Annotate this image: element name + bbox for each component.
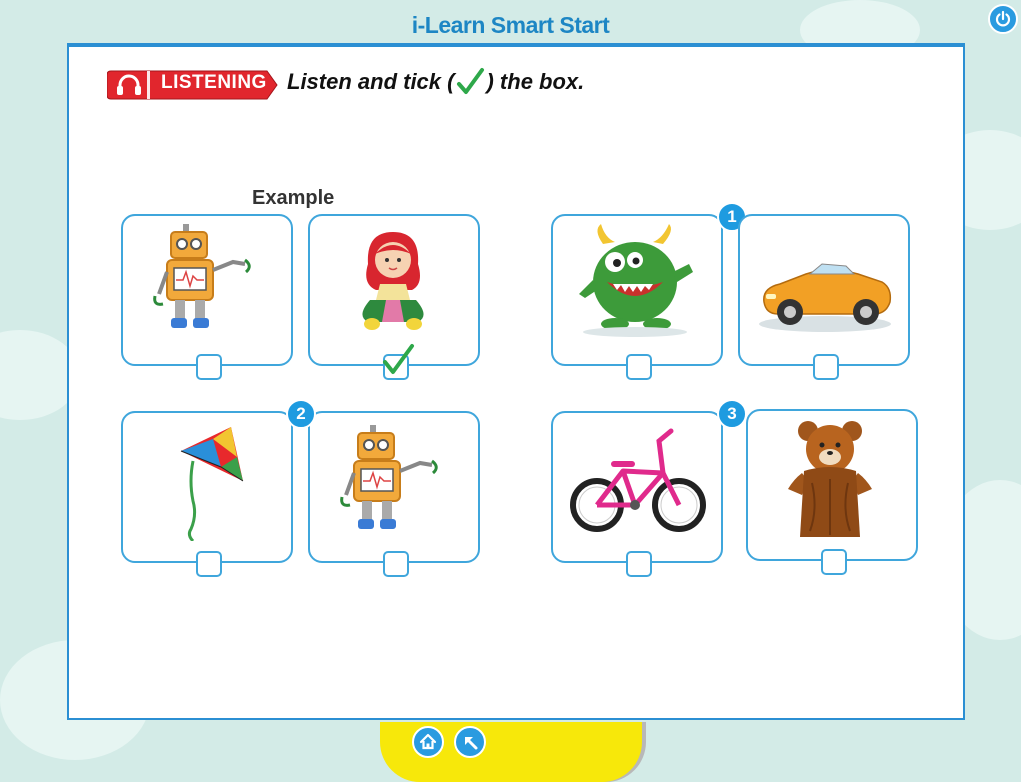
answer-checkbox[interactable] (821, 549, 847, 575)
example-option-robot[interactable] (121, 214, 293, 380)
bottom-nav-bar (380, 722, 642, 782)
q1-option-car[interactable] (738, 214, 910, 380)
question-number-badge: 2 (286, 399, 316, 429)
q3-option-bike[interactable]: 3 (551, 399, 747, 577)
instruction: Listen and tick ( ) the box. (287, 67, 584, 97)
instruction-text-end: ) the box. (486, 69, 585, 94)
back-button[interactable] (454, 726, 486, 758)
home-icon (419, 733, 437, 750)
answer-checkbox-ticked[interactable] (383, 344, 414, 380)
home-button[interactable] (412, 726, 444, 758)
teddy-bear-image (788, 421, 872, 537)
q1-option-monster[interactable]: 1 (551, 202, 747, 380)
answer-checkbox[interactable] (626, 551, 652, 577)
badge-label: LISTENING (161, 72, 267, 93)
example-label: Example (252, 187, 335, 209)
robot-image (340, 425, 438, 529)
q2-option-robot[interactable]: 2 (286, 399, 480, 577)
kite-image (180, 427, 244, 541)
car-image (759, 263, 892, 332)
back-arrow-icon (465, 737, 478, 750)
power-button[interactable] (988, 4, 1018, 34)
listening-badge: LISTENING (107, 67, 278, 100)
q2-option-kite[interactable] (121, 411, 293, 577)
robot-image (153, 224, 251, 328)
instruction-text-start: Listen and tick ( (287, 69, 455, 94)
power-icon (995, 10, 1011, 27)
monster-image (579, 224, 693, 337)
headphones-icon (117, 74, 141, 95)
answer-checkbox[interactable] (813, 354, 839, 380)
answer-checkbox[interactable] (626, 354, 652, 380)
tick-icon (383, 344, 414, 374)
answer-checkbox[interactable] (383, 551, 409, 577)
bike-image (570, 428, 706, 532)
activity-panel: LISTENING Listen and tick ( ) the box. E… (67, 43, 965, 720)
tick-icon (457, 68, 485, 94)
doll-image (362, 232, 424, 330)
question-number-badge: 3 (717, 399, 747, 429)
answer-checkbox[interactable] (196, 551, 222, 577)
q3-option-teddy-bear[interactable] (746, 409, 918, 575)
example-option-doll[interactable] (308, 214, 480, 380)
app-title: i-Learn Smart Start (411, 12, 610, 38)
answer-checkbox[interactable] (196, 354, 222, 380)
